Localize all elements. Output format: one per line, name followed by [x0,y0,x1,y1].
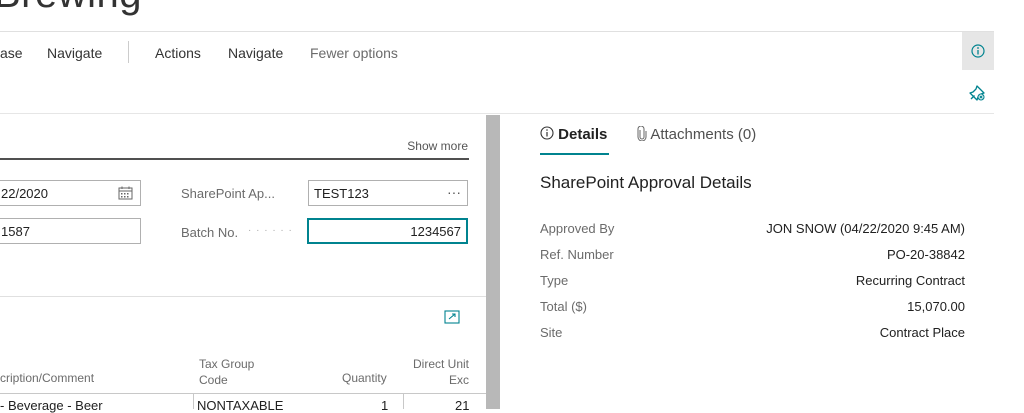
batch-no-input[interactable]: 1234567 [307,218,468,244]
divider [0,113,994,114]
line-tax-group-cell[interactable]: NONTAXABLE [197,398,283,413]
document-date-value: 22/2020 [1,186,48,201]
sharepoint-approval-field[interactable]: TEST123 ··· [308,180,468,206]
action-navigate-2[interactable]: Navigate [228,45,283,61]
detail-value-approved-by: JON SNOW (04/22/2020 9:45 AM) [766,221,965,236]
info-icon [540,126,554,140]
section-divider [0,158,469,160]
detail-label-site: Site [540,325,563,340]
number-value: 1587 [1,224,30,239]
show-more-link[interactable]: Show more [380,139,468,153]
cell-divider [193,393,194,409]
column-header-tax-group-line1: Tax Group [199,357,255,371]
line-quantity-cell[interactable]: 1 [381,398,388,413]
detail-value-total: 15,070.00 [907,299,965,314]
detail-label-approved-by: Approved By [540,221,615,236]
paperclip-icon [637,125,647,142]
detail-label-type: Type [540,273,569,288]
column-header-tax-group-line2: Code [199,373,228,387]
tab-details[interactable]: Details [540,126,607,143]
page-title: Brewing [0,0,142,17]
label-leader-dots: · · · · · · [248,225,293,236]
detail-value-site: Contract Place [879,325,965,340]
column-header-direct-unit-line2: Exc [448,373,469,387]
tab-details-label: Details [558,126,608,143]
info-icon [971,44,985,58]
line-direct-unit-cost-cell[interactable]: 21 [455,398,469,413]
active-tab-indicator [540,153,609,155]
column-header-quantity[interactable]: Quantity [342,370,387,386]
batch-no-label: Batch No. [181,225,239,240]
action-actions[interactable]: Actions [155,45,201,61]
number-field[interactable]: 1587 [0,218,141,244]
pane-splitter-scrollbar[interactable] [486,115,500,409]
column-header-tax-group[interactable]: Tax Group Code [199,356,254,388]
detail-label-total: Total ($) [540,299,587,314]
sharepoint-approval-label: SharePoint Ap... [181,186,275,201]
detail-value-ref-number: PO-20-38842 [886,247,965,262]
column-header-direct-unit-line1: Direct Unit [412,357,469,371]
factbox-toggle-button[interactable] [962,32,994,70]
column-header-direct-unit-cost[interactable]: Direct Unit Exc [411,356,469,388]
column-header-description[interactable]: cription/Comment [0,370,94,386]
detail-value-type: Recurring Contract [855,273,965,288]
action-separator [128,41,129,63]
tab-attachments[interactable]: Attachments (0) [637,125,757,143]
tab-attachments-label: Attachments (0) [650,126,757,143]
action-bar: ase Navigate Actions Navigate Fewer opti… [0,32,960,70]
calendar-icon[interactable] [118,186,133,200]
action-navigate[interactable]: Navigate [47,45,102,61]
expand-icon[interactable] [444,310,460,324]
pin-icon[interactable] [968,84,986,102]
lines-divider [0,296,486,297]
batch-no-value: 1234567 [410,224,461,239]
sharepoint-approval-value: TEST123 [314,186,369,201]
detail-label-ref-number: Ref. Number [540,247,614,262]
cell-divider [403,393,404,409]
fewer-options-button[interactable]: Fewer options [310,45,398,61]
lookup-button[interactable]: ··· [447,184,461,200]
line-description-cell[interactable]: - Beverage - Beer [0,398,103,413]
factbox-title: SharePoint Approval Details [540,173,752,192]
action-release-partial[interactable]: ase [0,45,23,61]
document-date-field[interactable]: 22/2020 [0,180,141,206]
table-row-divider [0,393,486,394]
